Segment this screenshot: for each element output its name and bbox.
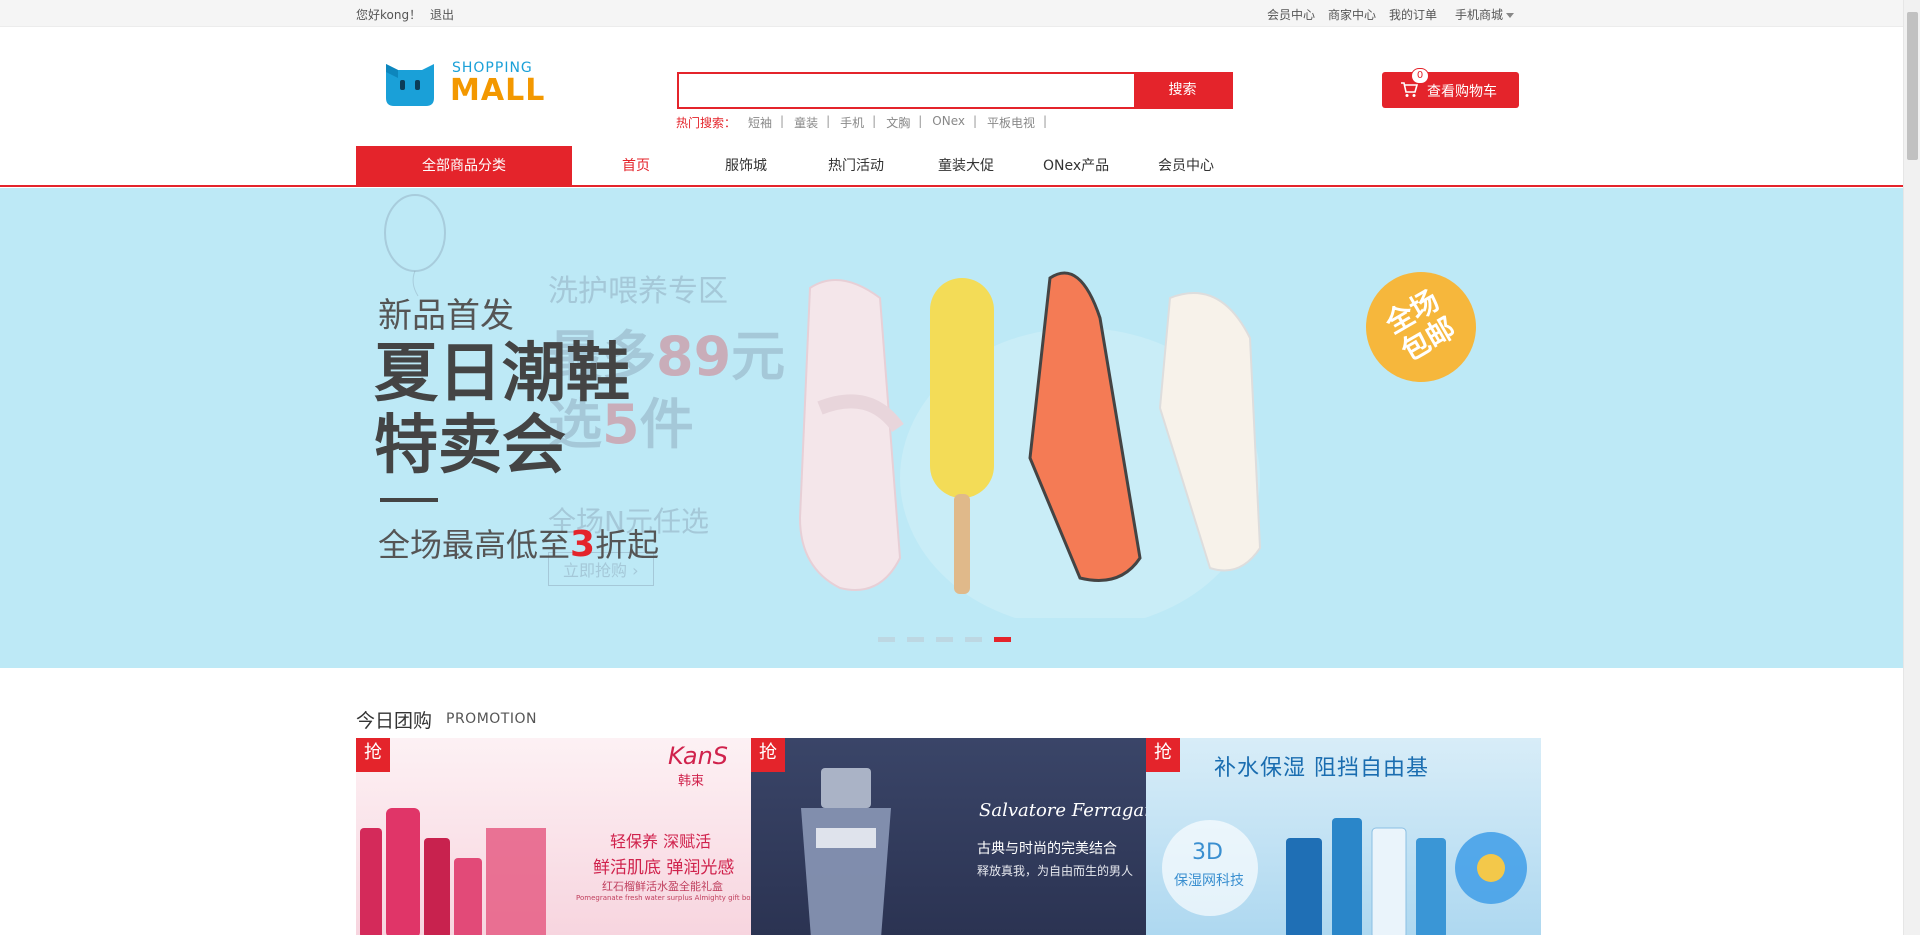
logo-mall-text: MALL: [450, 73, 546, 108]
promo-card-ferragamo[interactable]: 抢 Salvatore Ferragamo 古典与时尚的完美结合 释放真我，为自…: [751, 738, 1146, 935]
site-logo[interactable]: SHOPPING MALL: [380, 56, 560, 112]
ghost-zone-text: 洗护喂养专区: [548, 274, 728, 309]
greeting-text: 您好kong！: [356, 8, 422, 22]
hot-keyword[interactable]: 平板电视: [987, 114, 1035, 131]
hot-keyword[interactable]: 手机: [840, 114, 864, 131]
nav-item-onex[interactable]: ONex产品: [1043, 146, 1109, 187]
bubble-3d-text: 3D: [1192, 840, 1223, 865]
promo-line: 鲜活肌底 弹润光感: [593, 858, 735, 878]
banner-description: 全场最高低至3折起: [378, 524, 660, 565]
all-categories-button[interactable]: 全部商品分类: [356, 146, 572, 187]
top-links: 会员中心 商家中心 我的订单 手机商城: [1267, 6, 1515, 23]
free-shipping-badge: 全场 包邮: [1345, 251, 1497, 403]
page-scrollbar[interactable]: [1903, 0, 1920, 935]
search-button[interactable]: 搜索: [1134, 74, 1231, 107]
carousel-dot[interactable]: [936, 637, 953, 642]
logout-link[interactable]: 退出: [430, 6, 454, 23]
promo-line: 释放真我，为自由而生的男人: [977, 864, 1134, 878]
promotion-subtitle: PROMOTION: [446, 711, 537, 727]
search-box: 搜索: [677, 72, 1233, 109]
carousel-dot[interactable]: [907, 637, 924, 642]
promo-line: Pomegranate fresh water surplus Almighty…: [576, 894, 751, 902]
brand-kans-cn: 韩束: [678, 774, 705, 789]
grab-tag: 抢: [1146, 738, 1180, 772]
mobile-mall-dropdown[interactable]: 手机商城: [1455, 6, 1515, 23]
my-orders-link[interactable]: 我的订单: [1389, 6, 1437, 23]
bubble-badge: 3D 保湿网科技: [1162, 820, 1258, 916]
nav-item-apparel[interactable]: 服饰城: [725, 146, 767, 187]
carousel-dot-active[interactable]: [994, 637, 1011, 642]
mobile-mall-label: 手机商城: [1455, 8, 1504, 22]
hot-keyword[interactable]: 文胸: [886, 114, 910, 131]
carousel-dot[interactable]: [878, 637, 895, 642]
grab-tag: 抢: [751, 738, 785, 772]
brand-ferragamo: Salvatore Ferragamo: [979, 800, 1146, 821]
promotion-title: 今日团购: [356, 710, 433, 732]
hot-keyword[interactable]: ONex: [932, 114, 965, 131]
banner-title: 夏日潮鞋 特卖会: [374, 338, 630, 482]
promo-line: 轻保养 深赋活: [610, 832, 712, 851]
top-bar: 您好kong！ 退出 会员中心 商家中心 我的订单 手机商城: [0, 0, 1903, 27]
nav-item-home[interactable]: 首页: [622, 146, 650, 187]
promo-card-kans[interactable]: 抢 KanS 韩束 轻保养 深赋活 鲜活肌底 弹润光感 红石榴鲜活水盈全能礼盒 …: [356, 738, 751, 935]
hot-keyword[interactable]: 童装: [794, 114, 818, 131]
banner-title-line1: 夏日潮鞋: [374, 337, 630, 411]
view-cart-label: 查看购物车: [1427, 84, 1497, 100]
promo-headline: 补水保湿 阻挡自由基: [1214, 756, 1429, 781]
scrollbar-thumb[interactable]: [1907, 12, 1918, 160]
hero-banner[interactable]: 洗护喂养专区 最多89元 选5件 全场N元任选 立即抢购 › 新品首发 夏日潮鞋…: [0, 188, 1903, 668]
banner-title-line2: 特卖会: [374, 409, 566, 483]
hot-keyword[interactable]: 短袖: [748, 114, 772, 131]
promo-card-hydration[interactable]: 抢 补水保湿 阻挡自由基 3D 保湿网科技: [1146, 738, 1541, 935]
view-cart-button[interactable]: 0 查看购物车: [1382, 68, 1519, 108]
promo-line: 红石榴鲜活水盈全能礼盒: [602, 880, 723, 893]
perfume-bottle-image: [801, 768, 891, 935]
banner-products-image: [798, 271, 1262, 618]
hot-search-label: 热门搜索：: [676, 116, 737, 130]
carousel-dot[interactable]: [965, 637, 982, 642]
main-nav: 全部商品分类 首页 服饰城 热门活动 童装大促 ONex产品 会员中心: [0, 146, 1903, 187]
banner-subtitle: 新品首发: [378, 296, 514, 336]
nav-item-member-center[interactable]: 会员中心: [1158, 146, 1214, 187]
banner-divider: [380, 498, 438, 502]
carousel-indicators: [878, 637, 1011, 642]
nav-item-kids-sale[interactable]: 童装大促: [938, 146, 994, 187]
promo-line: 古典与时尚的完美结合: [977, 841, 1117, 857]
hot-search: 热门搜索： 短袖 | 童装 | 手机 | 文胸 | ONex | 平板电视 |: [676, 114, 1048, 131]
merchant-center-link[interactable]: 商家中心: [1328, 6, 1376, 23]
chevron-down-icon: [1506, 13, 1515, 18]
brand-kans: KanS: [668, 742, 729, 770]
cart-icon: [1401, 82, 1418, 97]
bubble-tech-text: 保湿网科技: [1174, 873, 1244, 889]
balloon-icon: [384, 194, 446, 297]
grab-tag: 抢: [356, 738, 390, 772]
nav-item-hot-events[interactable]: 热门活动: [828, 146, 884, 187]
search-input[interactable]: [679, 74, 1134, 107]
mascot-logo-icon: [386, 64, 434, 106]
skincare-bottles-image: [1286, 818, 1527, 935]
member-center-link[interactable]: 会员中心: [1267, 6, 1315, 23]
cosmetics-image: [360, 808, 546, 935]
